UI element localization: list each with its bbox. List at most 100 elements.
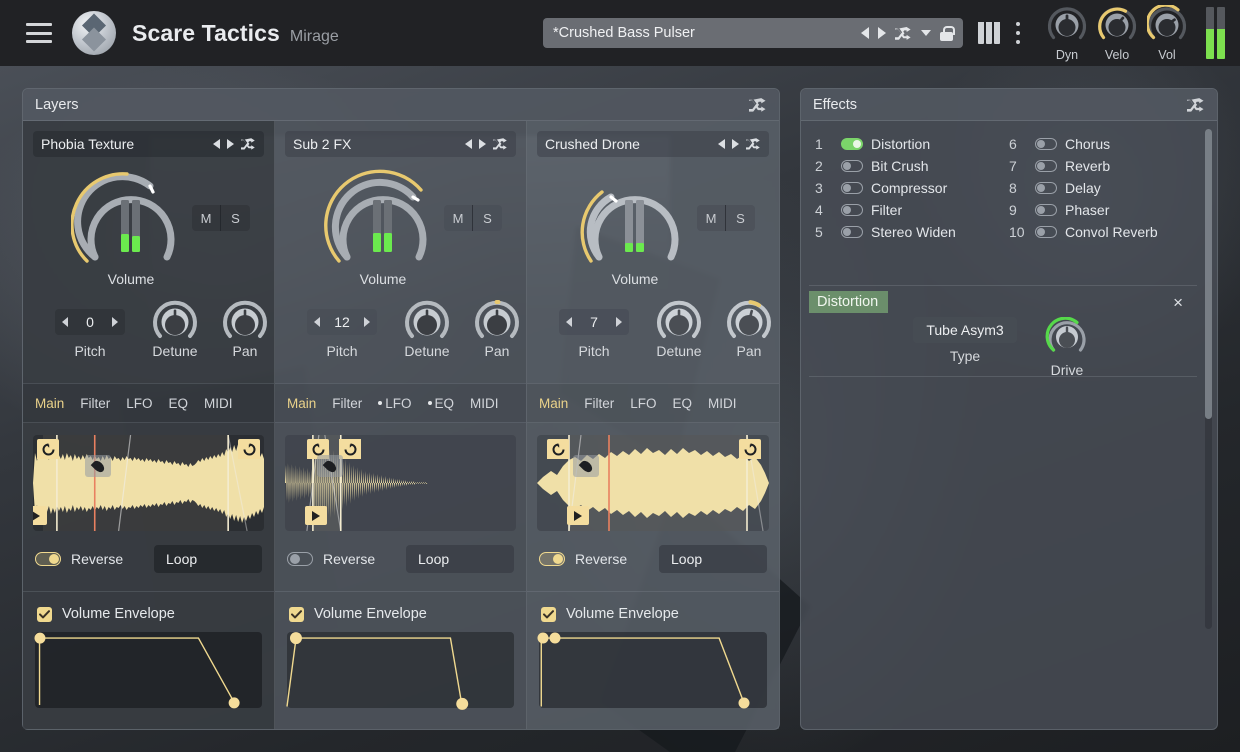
effect-slot[interactable]: 8 Delay: [1009, 177, 1203, 199]
macro-vol[interactable]: Vol: [1142, 5, 1192, 62]
next-sample-icon[interactable]: [732, 139, 739, 149]
prev-preset-icon[interactable]: [861, 27, 869, 39]
effect-name[interactable]: Convol Reverb: [1065, 224, 1158, 240]
effect-name[interactable]: Chorus: [1065, 136, 1110, 152]
effect-power-toggle[interactable]: [1035, 182, 1057, 194]
play-sample-button[interactable]: [33, 506, 47, 525]
effect-name[interactable]: Bit Crush: [871, 158, 929, 174]
tab-filter[interactable]: Filter: [324, 392, 370, 415]
tab-midi[interactable]: MIDI: [462, 392, 507, 415]
mute-button[interactable]: M: [192, 205, 221, 231]
effect-name[interactable]: Phaser: [1065, 202, 1109, 218]
effect-power-toggle[interactable]: [841, 226, 863, 238]
shuffle-icon[interactable]: [746, 138, 761, 150]
envelope-graph[interactable]: [35, 632, 262, 708]
next-preset-icon[interactable]: [878, 27, 886, 39]
layer-header[interactable]: Crushed Drone: [537, 131, 769, 157]
effect-power-toggle[interactable]: [1035, 160, 1057, 172]
pan-knob[interactable]: [726, 299, 772, 345]
chevron-down-icon[interactable]: [921, 30, 931, 36]
prev-sample-icon[interactable]: [465, 139, 472, 149]
pitch-increment-icon[interactable]: [616, 317, 622, 327]
loop-end-marker[interactable]: [739, 439, 761, 459]
tab-eq[interactable]: EQ: [665, 392, 701, 415]
macro-velo[interactable]: Velo: [1092, 5, 1142, 62]
effect-name[interactable]: Reverb: [1065, 158, 1110, 174]
sample-drop-marker[interactable]: [85, 455, 111, 477]
effect-slot[interactable]: 3 Compressor: [815, 177, 1009, 199]
pitch-decrement-icon[interactable]: [62, 317, 68, 327]
macro-dyn[interactable]: Dyn: [1042, 5, 1092, 62]
detune-knob[interactable]: [404, 299, 450, 345]
envelope-checkbox[interactable]: [289, 607, 304, 622]
envelope-checkbox[interactable]: [37, 607, 52, 622]
velo-knob[interactable]: [1097, 5, 1137, 45]
envelope-graph[interactable]: [539, 632, 767, 708]
pitch-increment-icon[interactable]: [364, 317, 370, 327]
sample-drop-marker[interactable]: [317, 455, 343, 477]
distortion-type-select[interactable]: Tube Asym3: [913, 317, 1017, 343]
effect-power-toggle[interactable]: [841, 160, 863, 172]
vol-knob[interactable]: [1147, 5, 1187, 45]
mute-button[interactable]: M: [444, 205, 473, 231]
effect-slot[interactable]: 1 Distortion: [815, 133, 1009, 155]
prev-sample-icon[interactable]: [718, 139, 725, 149]
loop-start-marker[interactable]: [37, 439, 59, 459]
pitch-stepper[interactable]: 7: [559, 309, 629, 335]
pitch-increment-icon[interactable]: [112, 317, 118, 327]
solo-button[interactable]: S: [221, 205, 250, 231]
play-sample-button[interactable]: [305, 506, 327, 525]
next-sample-icon[interactable]: [479, 139, 486, 149]
tab-lfo[interactable]: LFO: [622, 392, 664, 415]
effect-slot[interactable]: 7 Reverb: [1009, 155, 1203, 177]
effect-name[interactable]: Filter: [871, 202, 902, 218]
effect-slot[interactable]: 9 Phaser: [1009, 199, 1203, 221]
loop-mode-select[interactable]: Loop: [659, 545, 767, 573]
hamburger-icon[interactable]: [26, 23, 52, 43]
pan-knob[interactable]: [222, 299, 268, 345]
volume-knob[interactable]: [575, 169, 695, 273]
effect-slot[interactable]: 2 Bit Crush: [815, 155, 1009, 177]
pitch-decrement-icon[interactable]: [314, 317, 320, 327]
layer-header[interactable]: Sub 2 FX: [285, 131, 516, 157]
envelope-checkbox[interactable]: [541, 607, 556, 622]
waveform-display[interactable]: [285, 435, 516, 531]
effect-power-toggle[interactable]: [841, 138, 863, 150]
pitch-stepper[interactable]: 0: [55, 309, 125, 335]
shuffle-icon[interactable]: [493, 138, 508, 150]
volume-knob[interactable]: [71, 169, 191, 273]
tab-eq[interactable]: EQ: [420, 392, 463, 415]
lock-save-icon[interactable]: [940, 26, 953, 41]
effect-slot[interactable]: 6 Chorus: [1009, 133, 1203, 155]
sample-drop-marker[interactable]: [573, 455, 599, 477]
effect-slot[interactable]: 5 Stereo Widen: [815, 221, 1009, 243]
piano-keyboard-icon[interactable]: [978, 22, 1002, 44]
drive-knob[interactable]: [1045, 317, 1089, 357]
waveform-display[interactable]: [33, 435, 264, 531]
tab-lfo[interactable]: LFO: [118, 392, 160, 415]
effect-slot[interactable]: 10 Convol Reverb: [1009, 221, 1203, 243]
close-icon[interactable]: ×: [1169, 292, 1187, 313]
tab-midi[interactable]: MIDI: [196, 392, 241, 415]
reverse-toggle[interactable]: [35, 552, 61, 566]
loop-mode-select[interactable]: Loop: [154, 545, 262, 573]
effect-power-toggle[interactable]: [1035, 204, 1057, 216]
shuffle-icon[interactable]: [895, 27, 912, 40]
preset-browser[interactable]: *Crushed Bass Pulser: [543, 18, 963, 48]
envelope-graph[interactable]: [287, 632, 514, 708]
effect-name[interactable]: Stereo Widen: [871, 224, 956, 240]
shuffle-icon[interactable]: [241, 138, 256, 150]
detune-knob[interactable]: [152, 299, 198, 345]
tab-lfo[interactable]: LFO: [370, 392, 419, 415]
detune-knob[interactable]: [656, 299, 702, 345]
tab-filter[interactable]: Filter: [72, 392, 118, 415]
dyn-knob[interactable]: [1047, 5, 1087, 45]
effect-name[interactable]: Compressor: [871, 180, 947, 196]
effect-power-toggle[interactable]: [1035, 138, 1057, 150]
volume-knob[interactable]: [323, 169, 443, 273]
waveform-display[interactable]: [537, 435, 769, 531]
effect-name[interactable]: Delay: [1065, 180, 1101, 196]
reverse-toggle[interactable]: [287, 552, 313, 566]
mute-button[interactable]: M: [697, 205, 726, 231]
shuffle-icon[interactable]: [749, 98, 767, 112]
